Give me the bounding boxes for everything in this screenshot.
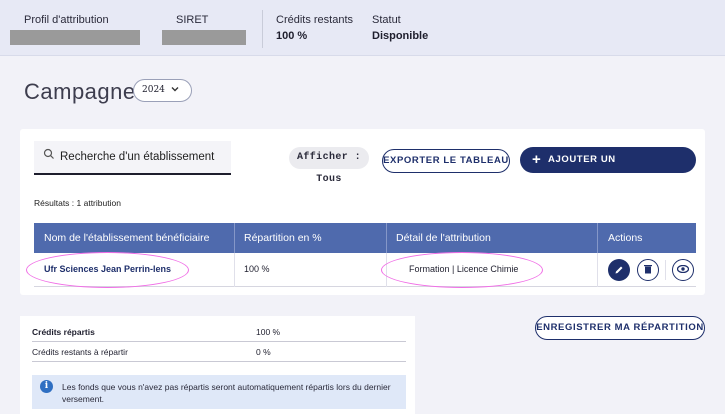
info-text: Les fonds que vous n'avez pas répartis s…	[62, 382, 391, 404]
delete-icon[interactable]	[637, 259, 659, 281]
info-icon: i	[40, 380, 53, 393]
siret-label: SIRET	[176, 14, 209, 26]
year-value: 2024	[142, 85, 165, 95]
filter-chip[interactable]: Afficher : Tous	[289, 147, 369, 185]
chevron-down-icon	[170, 84, 180, 97]
page-title: Campagne	[24, 79, 136, 104]
summary-value: 100 %	[256, 327, 281, 337]
summary-row: Crédits répartis 100 %	[32, 322, 406, 342]
credits-value: 100 %	[276, 30, 308, 42]
status-value: Disponible	[372, 30, 429, 42]
add-establishment-button[interactable]: + AJOUTER UN ÉTABLISSEMENT	[520, 147, 696, 191]
profile-label: Profil d'attribution	[24, 14, 109, 26]
summary-row: Crédits restants à répartir 0 %	[32, 342, 406, 362]
table-row: Ufr Sciences Jean Perrin-lens 100 % Form…	[34, 253, 696, 287]
search-icon	[43, 148, 55, 163]
header-divider	[234, 223, 235, 253]
save-distribution-button[interactable]: ENREGISTRER MA RÉPARTITION	[535, 316, 705, 340]
view-icon[interactable]	[672, 259, 694, 281]
summary-value: 0 %	[256, 347, 271, 357]
edit-icon[interactable]	[608, 259, 630, 281]
header-divider	[386, 223, 387, 253]
table-header: Nom de l'établissement bénéficiaire Répa…	[34, 223, 696, 253]
search-placeholder: Recherche d'un établissement	[60, 151, 215, 163]
summary-card: Crédits répartis 100 % Crédits restants …	[20, 316, 415, 414]
header-divider	[597, 223, 598, 253]
column-header: Actions	[608, 232, 643, 244]
column-header: Répartition en %	[244, 232, 322, 244]
attribution-header: Profil d'attribution SIRET Crédits resta…	[0, 0, 725, 56]
results-count: Résultats : 1 attribution	[34, 198, 121, 208]
establishment-link[interactable]: Ufr Sciences Jean Perrin-lens	[44, 264, 171, 274]
detail-cell: Formation | Licence Chimie	[409, 264, 519, 274]
plus-icon: +	[532, 151, 542, 168]
cell-divider	[234, 253, 235, 287]
credits-label: Crédits restants	[276, 14, 354, 26]
info-banner: i Les fonds que vous n'avez pas répartis…	[32, 375, 406, 409]
year-select[interactable]: 2024	[133, 79, 192, 102]
status-label: Statut	[372, 14, 401, 26]
header-divider	[262, 10, 263, 48]
cell-divider	[386, 253, 387, 287]
summary-label: Crédits restants à répartir	[32, 347, 128, 357]
search-input[interactable]: Recherche d'un établissement	[34, 141, 231, 175]
export-button[interactable]: EXPORTER LE TABLEAU	[382, 149, 510, 173]
column-header: Nom de l'établissement bénéficiaire	[44, 232, 210, 244]
actions-divider	[665, 260, 666, 280]
add-establishment-label: AJOUTER UN ÉTABLISSEMENT	[548, 154, 636, 191]
summary-label: Crédits répartis	[32, 327, 95, 337]
cell-divider	[597, 253, 598, 287]
column-header: Détail de l'attribution	[396, 232, 491, 244]
profile-redacted	[10, 30, 140, 45]
siret-redacted	[162, 30, 246, 45]
attributions-card: Recherche d'un établissement Afficher : …	[20, 129, 705, 295]
percent-cell: 100 %	[244, 264, 270, 274]
